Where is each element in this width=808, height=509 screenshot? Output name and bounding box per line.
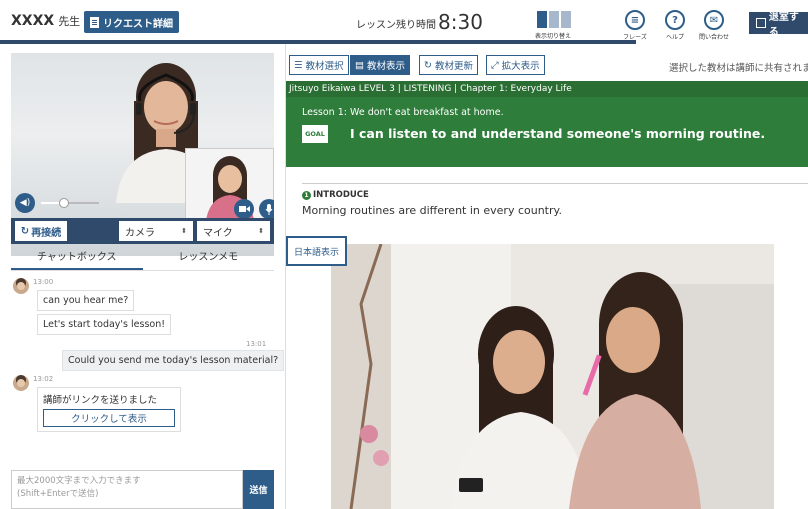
camera-select-value: カメラ [125,227,155,239]
request-details-label: リクエスト詳細 [103,18,173,30]
section-divider [302,183,808,184]
help-button[interactable]: ? ヘルプ [657,10,693,41]
lesson-photo [331,244,774,509]
link-message-text: 講師がリンクを送りました [43,395,158,406]
phrase-icon: ≡ [625,10,645,30]
material-toolbar: ☰ 教材選択 ▤ 教材表示 ↻ 教材更新 ⤢ 拡大表示 選択した教材は講師に共有… [286,55,808,77]
help-icon: ? [665,10,685,30]
contact-button[interactable]: ✉ 問い合わせ [696,10,732,41]
message-timestamp: 13:01 [246,340,267,348]
header: XXXX 先生 リクエスト詳細 レッスン残り時間 8:30 表示切り替え ≡ フレ… [0,0,808,44]
phrase-button[interactable]: ≡ フレーズ [617,10,653,41]
mic-toggle-button[interactable] [259,199,274,219]
open-link-button[interactable]: クリックして表示 [43,409,175,427]
chat-message-link: 講師がリンクを送りました クリックして表示 [37,387,181,432]
goal-text: I can listen to and understand someone's… [350,126,766,141]
section-label: INTRODUCE [313,190,369,200]
reconnect-label: 再接続 [31,227,62,239]
section-text: Morning routines are different in every … [302,204,562,217]
volume-slider-handle[interactable] [59,198,70,208]
display-material-button[interactable]: ▤ 教材表示 [350,55,410,75]
teacher-avatar [13,375,29,391]
select-material-button[interactable]: ☰ 教材選択 [289,55,349,75]
document-icon [90,16,99,28]
help-label: ヘルプ [665,34,684,41]
message-timestamp: 13:02 [33,375,54,383]
select-arrows-icon: ⬍ [258,227,264,235]
material-panel: ☰ 教材選択 ▤ 教材表示 ↻ 教材更新 ⤢ 拡大表示 選択した教材は講師に共有… [286,44,808,509]
exit-icon [756,18,766,28]
mic-select-value: マイク [203,227,233,239]
select-arrows-icon: ⬍ [181,227,187,235]
teacher-suffix: 先生 [58,15,81,28]
expand-view-label: 拡大表示 [501,61,540,72]
japanese-display-button[interactable]: 日本語表示 [286,236,347,266]
chat-message-own: Could you send me today's lesson materia… [62,350,285,371]
refresh-material-label: 教材更新 [434,61,473,72]
refresh-icon: ↻ [20,225,30,237]
send-button[interactable]: 送信 [243,470,274,509]
chat-message: Let's start today's lesson! [37,314,172,335]
layout-toggle-label: 表示切り替え [535,33,572,40]
refresh-icon: ↻ [424,59,432,71]
expand-view-button[interactable]: ⤢ 拡大表示 [486,55,545,75]
chat-input-hint: (Shift+Enterで送信) [17,489,99,499]
camera-toggle-button[interactable] [234,199,254,219]
camera-select[interactable]: カメラ ⬍ [119,221,193,241]
mic-select[interactable]: マイク ⬍ [197,221,270,241]
select-material-label: 教材選択 [305,61,344,72]
refresh-material-button[interactable]: ↻ 教材更新 [419,55,478,75]
layout-icon [537,11,571,28]
tab-lesson-memo[interactable]: レッスンメモ [143,249,275,270]
teacher-name-text: XXXX [11,13,55,29]
list-icon: ☰ [294,59,303,71]
section-heading: 1 INTRODUCE [302,190,369,200]
reconnect-button[interactable]: ↻ 再接続 [15,221,67,241]
book-icon: ▤ [355,59,364,71]
exit-room-button[interactable]: 退室する [749,12,808,38]
microphone-icon [265,203,273,215]
chat-input-placeholder: 最大2000文字まで入力できます [17,476,141,486]
message-timestamp: 13:00 [33,278,54,286]
remaining-time-label: レッスン残り時間 [356,20,436,31]
display-material-label: 教材表示 [366,61,405,72]
lesson-header: Jitsuyo Eikaiwa LEVEL 3 | LISTENING | Ch… [286,81,808,167]
exit-room-label: 退室する [768,12,799,38]
camera-icon [238,206,250,212]
breadcrumb: Jitsuyo Eikaiwa LEVEL 3 | LISTENING | Ch… [286,81,808,97]
lesson-timer: 8:30 [438,10,483,34]
chat-log: 13:00 can you hear me? Let's start today… [11,275,285,455]
speaker-icon: ◀) [19,198,31,208]
section-number: 1 [302,190,311,200]
request-details-button[interactable]: リクエスト詳細 [84,11,179,33]
video-control-bar: ↻ 再接続 カメラ ⬍ マイク ⬍ [11,218,274,244]
teacher-name: XXXX 先生 [11,13,80,29]
volume-slider[interactable] [41,202,99,204]
chat-input[interactable]: 最大2000文字まで入力できます (Shift+Enterで送信) [11,470,243,509]
left-panel: ◀) ↻ 再接続 カメラ ⬍ マイク ⬍ チャットボックス レッスンメモ 13:… [0,44,286,509]
chat-message: can you hear me? [37,290,135,311]
expand-icon: ⤢ [491,59,499,71]
share-note: 選択した教材は講師に共有されます [669,63,808,74]
lesson-title: Lesson 1: We don't eat breakfast at home… [302,107,504,118]
mail-icon: ✉ [704,10,724,30]
goal-badge: GOAL [302,125,328,143]
tab-chatbox[interactable]: チャットボックス [11,249,143,270]
teacher-avatar [13,278,29,294]
contact-label: 問い合わせ [698,34,729,41]
volume-button[interactable]: ◀) [15,193,35,213]
layout-toggle-button[interactable]: 表示切り替え [535,11,579,41]
chat-tabs: チャットボックス レッスンメモ [11,249,274,271]
lesson-photo-image [331,244,774,509]
